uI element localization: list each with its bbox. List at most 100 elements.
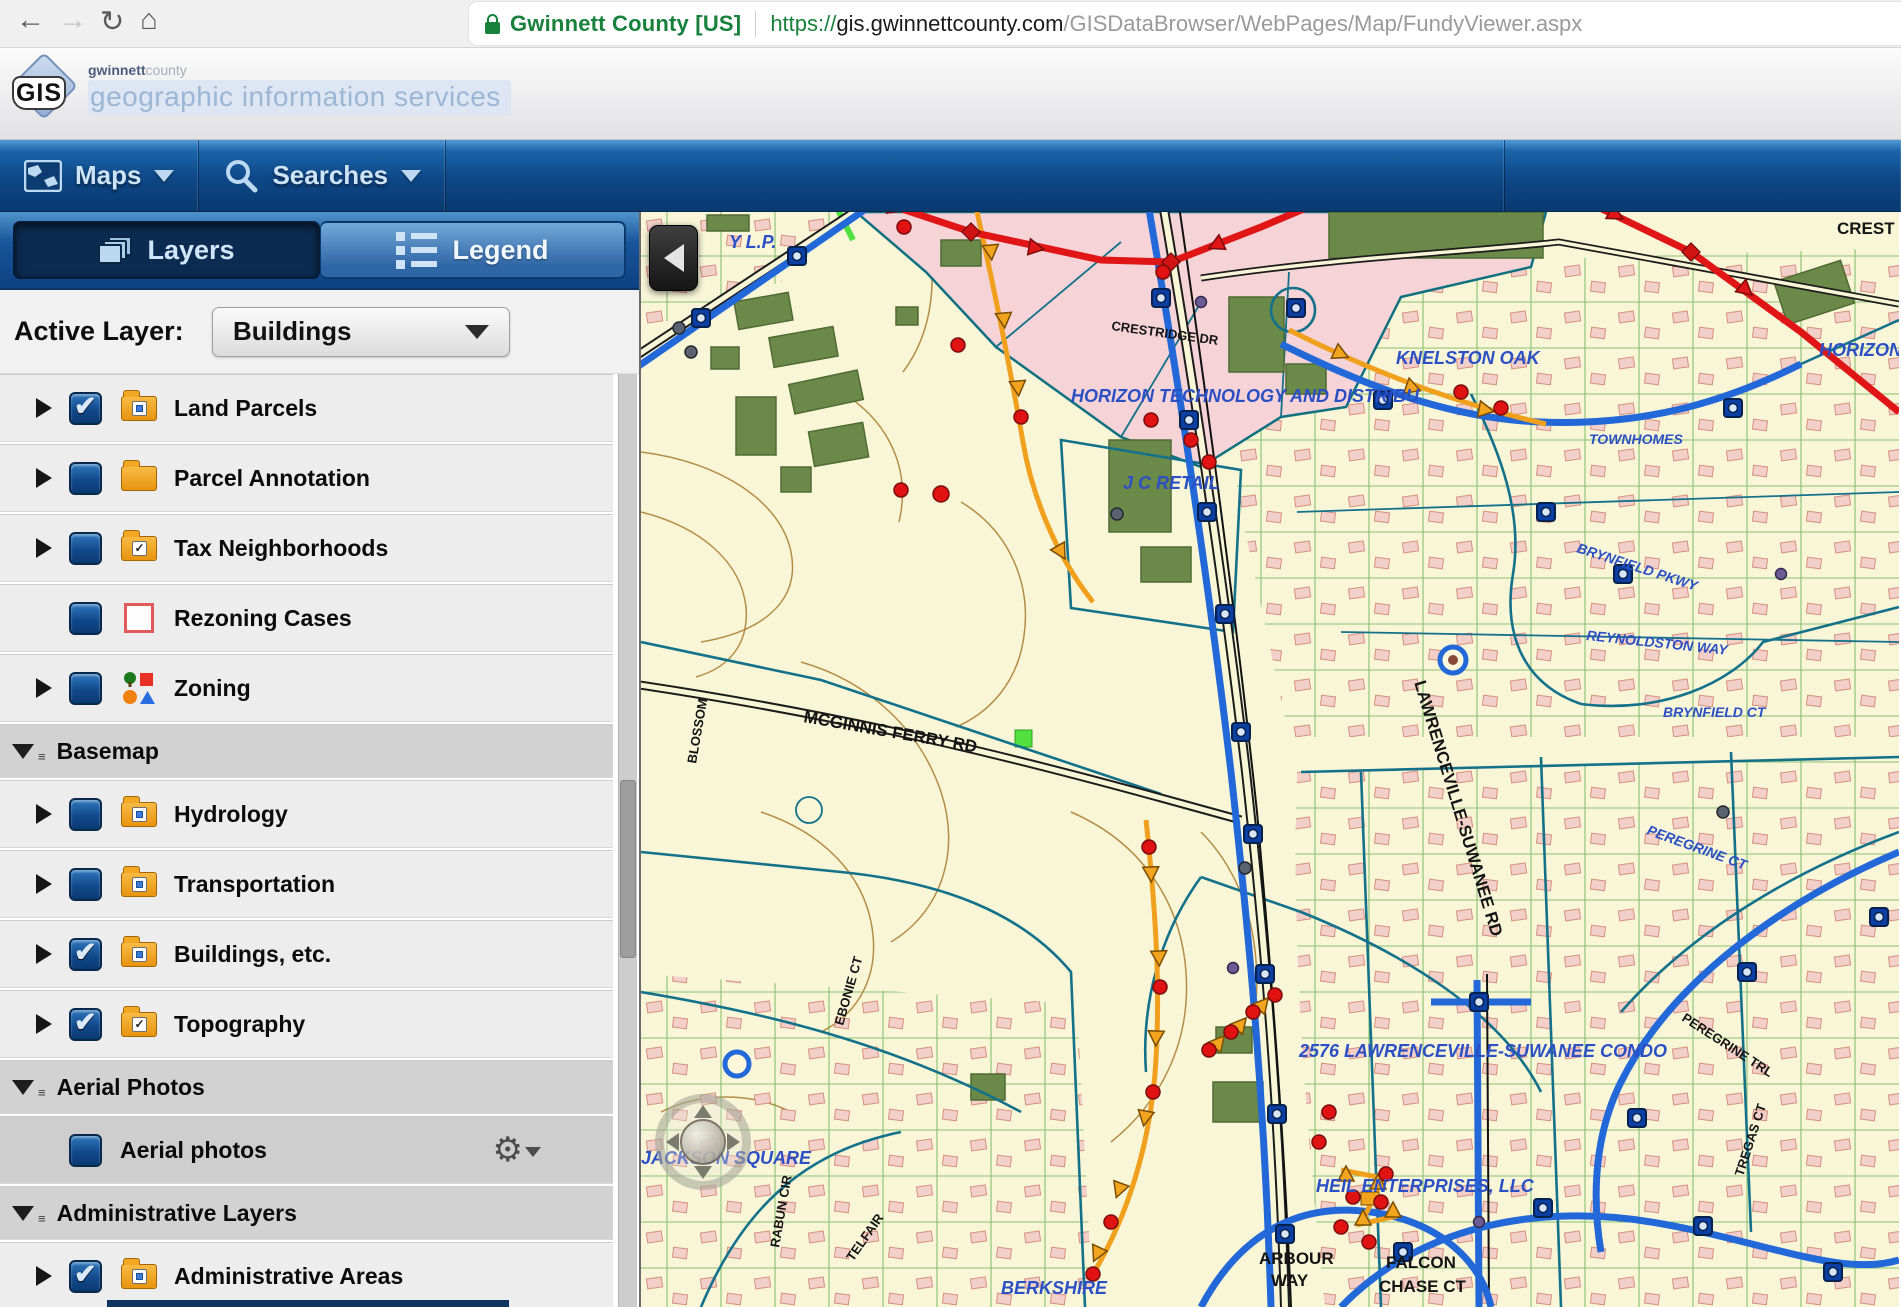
searches-menu[interactable]: Searches (199, 140, 446, 211)
map-label: CREST (1837, 219, 1895, 238)
checkbox-buildings-etc[interactable] (69, 938, 102, 971)
layer-list: Land Parcels Parcel Annotation ✓Tax Neighb… (0, 374, 639, 1307)
map-canvas[interactable]: Y L.P. CREST CRESTRIDGE DR KNELSTON OAK … (641, 212, 1899, 1307)
pan-north-icon[interactable] (694, 1105, 712, 1118)
layer-label: Rezoning Cases (174, 605, 352, 632)
map-label: J C RETAIL (1123, 473, 1220, 493)
map-label: FALCON (1386, 1253, 1456, 1272)
layer-row-land-parcels[interactable]: Land Parcels (0, 374, 613, 442)
layer-label: Topography (174, 1011, 305, 1038)
pan-west-icon[interactable] (666, 1133, 679, 1151)
reload-icon[interactable]: ↻ (100, 4, 124, 39)
checkbox-topography[interactable] (69, 1008, 102, 1041)
brand-subtitle: geographic information services (88, 80, 511, 116)
pan-east-icon[interactable] (727, 1133, 740, 1151)
layer-row-zoning[interactable]: Zoning (0, 654, 613, 722)
checkbox-tax-neighborhoods[interactable] (69, 532, 102, 565)
checkbox-rezoning-cases[interactable] (69, 602, 102, 635)
expand-arrow-icon[interactable] (36, 874, 53, 894)
panel-tabbar: Layers Legend (0, 212, 639, 290)
layer-row-tax-neighborhoods[interactable]: ✓Tax Neighborhoods (0, 514, 613, 582)
layer-options-gear[interactable]: ⚙ (493, 1133, 541, 1167)
checkbox-land-parcels[interactable] (69, 392, 102, 425)
zoning-shapes-icon (120, 671, 158, 705)
folder-dot-icon (120, 872, 158, 897)
expand-arrow-icon[interactable] (36, 678, 53, 698)
checkbox-hydrology[interactable] (69, 798, 102, 831)
expand-arrow-icon[interactable] (36, 804, 53, 824)
section-header-basemap[interactable]: ≡Basemap (0, 724, 613, 778)
map-label: BRYNFIELD CT (1663, 704, 1767, 720)
layer-row-administrative-areas[interactable]: Administrative Areas (0, 1242, 613, 1307)
search-icon (223, 158, 259, 194)
checkbox-transportation[interactable] (69, 868, 102, 901)
maps-menu[interactable]: Maps (0, 140, 199, 211)
expand-arrow-icon[interactable] (36, 398, 53, 418)
layer-row-hydrology[interactable]: Hydrology (0, 780, 613, 848)
gis-logo: GIS (10, 54, 74, 134)
url-text: https://gis.gwinnettcounty.com/GISDataBr… (770, 11, 1582, 37)
layer-label: Administrative Areas (174, 1263, 403, 1290)
expand-arrow-icon[interactable] (36, 468, 53, 488)
brand-county-bold: gwinnett (88, 62, 146, 78)
section-label: Aerial Photos (57, 1074, 205, 1101)
site-identity-badge[interactable]: Gwinnett County [US] (510, 11, 741, 37)
layer-row-aerial-photos[interactable]: Aerial photos ⚙ (0, 1116, 613, 1184)
app-header: GIS gwinnettcounty geographic informatio… (0, 47, 1901, 140)
browser-chrome: ← → ↻ ⌂ Gwinnett County [US] https://gis… (0, 0, 1901, 47)
tab-legend-label: Legend (452, 235, 548, 266)
expand-arrow-icon[interactable] (36, 538, 53, 558)
expand-arrow-icon[interactable] (36, 1266, 53, 1286)
pan-globe-icon[interactable] (680, 1119, 726, 1165)
map-pan-compass[interactable] (655, 1094, 751, 1190)
map-icon (24, 160, 62, 192)
logo-shield-icon: GIS (12, 76, 66, 110)
layer-label: Aerial photos (120, 1137, 267, 1164)
map-label: ARBOUR (1259, 1249, 1334, 1268)
forward-icon[interactable]: → (58, 4, 87, 37)
section-lines-icon: ≡ (38, 1085, 45, 1100)
checkbox-aerial-photos[interactable] (69, 1134, 102, 1167)
legend-icon (396, 232, 437, 269)
tab-legend[interactable]: Legend (320, 221, 626, 279)
home-icon[interactable]: ⌂ (140, 4, 158, 37)
map-label: HORIZON TECHNOLOGY AND DISTRIBU (1071, 386, 1420, 406)
active-layer-select[interactable]: Buildings (212, 307, 510, 357)
sidebar-collapse-button[interactable] (649, 225, 698, 291)
layer-row-parcel-annotation[interactable]: Parcel Annotation (0, 444, 613, 512)
searches-label: Searches (272, 160, 388, 191)
section-label: Administrative Layers (57, 1200, 297, 1227)
checkbox-parcel-annotation[interactable] (69, 462, 102, 495)
navbar-spacer (446, 140, 1505, 211)
active-layer-row: Active Layer: Buildings (0, 290, 639, 374)
layer-label: Land Parcels (174, 395, 317, 422)
layer-row-transportation[interactable]: Transportation (0, 850, 613, 918)
back-icon[interactable]: ← (16, 4, 45, 37)
layer-label: Tax Neighborhoods (174, 535, 388, 562)
expand-arrow-icon[interactable] (36, 1014, 53, 1034)
expand-arrow-icon[interactable] (36, 944, 53, 964)
navbar-right-section (1505, 140, 1901, 211)
layer-label: Zoning (174, 675, 251, 702)
brand-text: gwinnettcounty geographic information se… (88, 62, 511, 116)
folder-dot-icon (120, 396, 158, 421)
active-layer-label: Active Layer: (14, 316, 184, 347)
checkbox-administrative-areas[interactable] (69, 1260, 102, 1293)
layer-label: Parcel Annotation (174, 465, 370, 492)
section-header-aerial-photos[interactable]: ≡ Aerial Photos (0, 1060, 613, 1114)
section-header-administrative-layers[interactable]: ≡Administrative Layers (0, 1186, 613, 1240)
layer-row-rezoning-cases[interactable]: Rezoning Cases (0, 584, 613, 652)
collapse-triangle-icon[interactable] (12, 744, 34, 759)
collapse-triangle-icon[interactable] (12, 1206, 34, 1221)
tab-layers[interactable]: Layers (13, 221, 320, 279)
address-bar[interactable]: Gwinnett County [US] https://gis.gwinnet… (468, 1, 1901, 46)
layer-row-buildings-etc[interactable]: Buildings, etc. (0, 920, 613, 988)
pan-south-icon[interactable] (694, 1166, 712, 1179)
sidebar-scrollbar[interactable] (618, 374, 637, 1307)
collapse-triangle-icon[interactable] (12, 1080, 34, 1095)
main-navbar: Maps Searches (0, 140, 1901, 212)
scrollbar-thumb[interactable] (620, 780, 636, 958)
layer-row-topography[interactable]: ✓Topography (0, 990, 613, 1058)
checkbox-zoning[interactable] (69, 672, 102, 705)
map-label: TOWNHOMES (1589, 431, 1684, 447)
